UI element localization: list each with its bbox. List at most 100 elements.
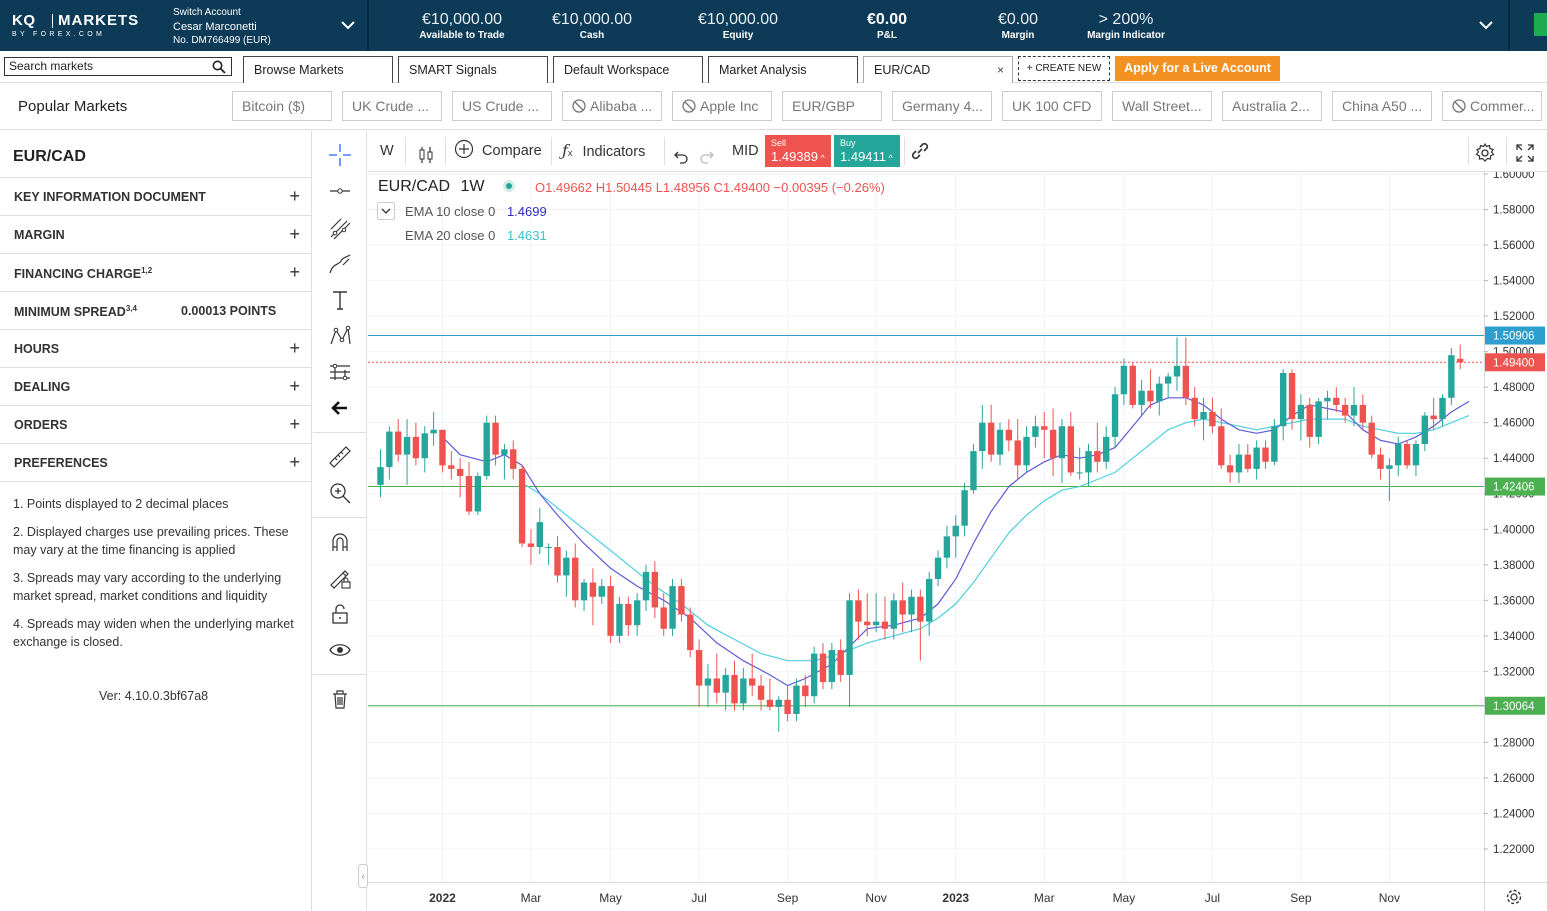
candle-body: [448, 465, 455, 469]
ema10-legend[interactable]: EMA 10 close 0 1.4699: [405, 204, 547, 219]
account-switcher[interactable]: Switch Account Cesar Marconetti No. DM76…: [173, 6, 271, 48]
popular-market-chip[interactable]: Alibaba ...: [562, 91, 662, 121]
ema20-legend[interactable]: EMA 20 close 0 1.4631: [405, 228, 547, 243]
info-row-hours[interactable]: HOURS +: [0, 329, 312, 367]
price-chart[interactable]: 1.600001.580001.560001.540001.520001.500…: [368, 172, 1547, 911]
candle-body: [1138, 390, 1145, 405]
popular-market-chip[interactable]: UK 100 CFD: [1002, 91, 1102, 121]
candle-body: [625, 603, 632, 626]
zoom-in-icon[interactable]: [327, 480, 353, 506]
close-tab-icon[interactable]: ×: [997, 57, 1004, 83]
link-icon[interactable]: [908, 139, 932, 163]
info-row-margin[interactable]: MARGIN +: [0, 215, 312, 253]
tab-market-analysis[interactable]: Market Analysis: [708, 56, 858, 83]
undo-icon[interactable]: [671, 142, 689, 164]
candle: [1377, 447, 1384, 480]
workspace-tabs-row: Search markets Browse Markets SMART Sign…: [0, 51, 1547, 83]
footnote: 3. Spreads may vary according to the und…: [13, 571, 282, 603]
candles-chart-type-icon[interactable]: [416, 141, 436, 163]
interval-selector[interactable]: W: [380, 131, 394, 171]
info-row-preferences[interactable]: PREFERENCES +: [0, 443, 312, 481]
candle: [633, 593, 641, 636]
candle-body: [1235, 454, 1243, 473]
price-tick-label: 1.28000: [1493, 737, 1535, 749]
price-tick-label: 1.60000: [1493, 172, 1535, 181]
ruler-icon[interactable]: [327, 444, 353, 470]
candle: [1262, 440, 1269, 469]
pattern-icon[interactable]: [327, 323, 353, 349]
candle: [1386, 458, 1393, 501]
popular-market-chip[interactable]: UK Crude ...: [342, 91, 442, 121]
candle-body: [961, 490, 968, 526]
candle: [979, 404, 986, 469]
compare-button[interactable]: Compare: [454, 131, 542, 171]
trend-lines-icon[interactable]: [327, 215, 353, 241]
popular-market-chip[interactable]: Wall Street...: [1112, 91, 1212, 121]
info-row-orders[interactable]: ORDERS +: [0, 405, 312, 443]
search-icon[interactable]: [212, 60, 226, 74]
forecast-icon[interactable]: [327, 359, 353, 385]
popular-market-chip[interactable]: Apple Inc: [672, 91, 772, 121]
indicators-button[interactable]: ƒx Indicators: [562, 131, 645, 171]
price-type-selector[interactable]: MID: [732, 131, 759, 171]
candle: [881, 596, 889, 640]
candle-body: [395, 431, 402, 455]
info-row-label: DEALING: [14, 380, 71, 394]
expand-plus-icon[interactable]: +: [289, 186, 300, 207]
info-row-label: MINIMUM SPREAD3,4: [14, 304, 137, 320]
sell-button[interactable]: Sell 1.49389 ^: [765, 135, 831, 167]
tab-browse-markets[interactable]: Browse Markets: [243, 56, 393, 83]
popular-market-chip[interactable]: US Crude ...: [452, 91, 552, 121]
deal-tab[interactable]: [1534, 13, 1547, 36]
axis-settings-gear-icon[interactable]: [1506, 889, 1522, 905]
info-row-dealing[interactable]: DEALING +: [0, 367, 312, 405]
lock-drawing-icon[interactable]: [327, 565, 353, 591]
buy-button[interactable]: Buy 1.49411 ^: [834, 135, 900, 167]
popular-market-chip[interactable]: Bitcoin ($): [232, 91, 332, 121]
time-tick-label: 2023: [942, 891, 969, 905]
search-markets-input[interactable]: Search markets: [4, 57, 232, 76]
popular-market-chip[interactable]: China A50 ...: [1332, 91, 1432, 121]
tab-smart-signals[interactable]: SMART Signals: [398, 56, 548, 83]
redo-icon[interactable]: [699, 142, 717, 164]
popular-market-chip[interactable]: Germany 4...: [892, 91, 992, 121]
expand-plus-icon[interactable]: +: [289, 452, 300, 473]
expand-plus-icon[interactable]: +: [289, 414, 300, 435]
apply-live-account-button[interactable]: Apply for a Live Account: [1115, 56, 1280, 81]
account-chevron-down-icon[interactable]: [338, 14, 358, 36]
candle: [1085, 444, 1092, 487]
brush-icon[interactable]: [327, 251, 353, 277]
fullscreen-icon[interactable]: [1514, 140, 1536, 162]
magnet-icon[interactable]: [327, 529, 353, 555]
expand-plus-icon[interactable]: +: [289, 376, 300, 397]
tab-default-workspace[interactable]: Default Workspace: [553, 56, 703, 83]
popular-market-chip[interactable]: Commer...: [1442, 91, 1542, 121]
expand-plus-icon[interactable]: +: [289, 224, 300, 245]
collapse-indicators-chevron-icon[interactable]: [377, 202, 395, 220]
price-level-label: 1.42406: [1485, 477, 1545, 496]
candle: [722, 667, 729, 711]
lock-icon[interactable]: [327, 601, 353, 627]
candle-body: [474, 475, 482, 512]
info-row-financing-charge[interactable]: FINANCING CHARGE1,2 +: [0, 253, 312, 291]
settings-gear-icon[interactable]: [1474, 140, 1496, 162]
metrics-chevron-down-icon[interactable]: [1475, 14, 1497, 36]
text-icon[interactable]: [327, 287, 353, 313]
hide-toolbar-arrow-icon[interactable]: [327, 395, 353, 421]
info-row-key-information-document[interactable]: KEY INFORMATION DOCUMENT +: [0, 177, 312, 215]
horizontal-line-icon[interactable]: [327, 178, 353, 204]
scroll-left-handle[interactable]: ‹: [358, 864, 368, 888]
toolbar-divider: [904, 137, 905, 165]
popular-market-chip[interactable]: Australia 2...: [1222, 91, 1322, 121]
info-row-minimum-spread: MINIMUM SPREAD3,4 0.00013 POINTS: [0, 291, 312, 329]
popular-market-chip[interactable]: EUR/GBP: [782, 91, 882, 121]
candle-body: [1103, 436, 1110, 462]
trash-icon[interactable]: [327, 686, 353, 712]
create-new-tab-button[interactable]: + CREATE NEW: [1018, 56, 1110, 81]
crosshair-icon[interactable]: [327, 142, 353, 168]
candle: [474, 472, 482, 516]
expand-plus-icon[interactable]: +: [289, 262, 300, 283]
expand-plus-icon[interactable]: +: [289, 338, 300, 359]
eye-icon[interactable]: [327, 637, 353, 663]
tab-eur-cad[interactable]: EUR/CAD ×: [863, 56, 1013, 83]
